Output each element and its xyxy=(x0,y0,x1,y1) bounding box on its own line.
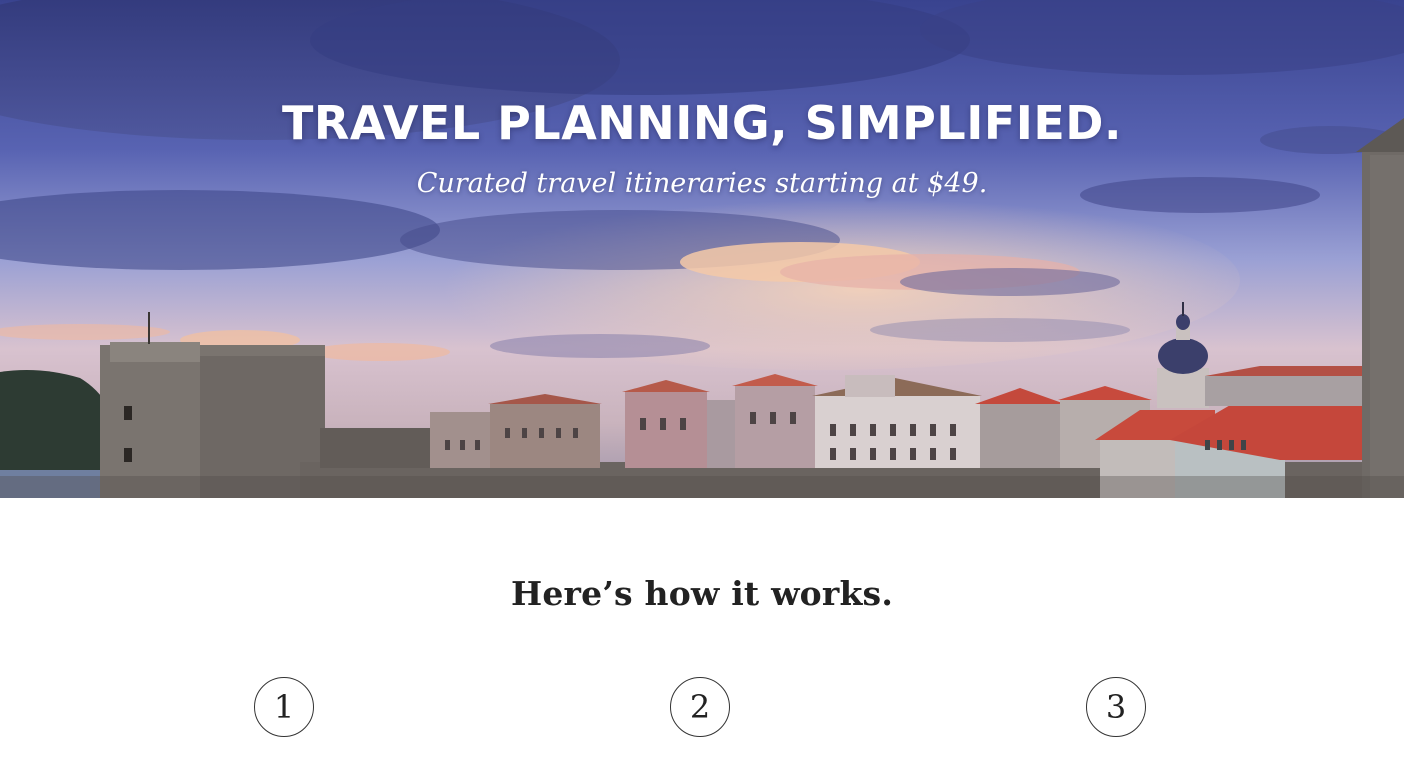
landing-page: TRAVEL PLANNING, SIMPLIFIED. Curated tra… xyxy=(0,0,1404,773)
hero-cityscape-image xyxy=(0,0,1404,498)
hero-banner: TRAVEL PLANNING, SIMPLIFIED. Curated tra… xyxy=(0,0,1404,498)
step-number: 2 xyxy=(689,688,711,726)
hero-subtitle: Curated travel itineraries starting at $… xyxy=(416,168,988,199)
step-number: 1 xyxy=(273,688,295,726)
step-number: 3 xyxy=(1105,688,1127,726)
step-1-badge: 1 xyxy=(254,677,314,737)
how-it-works-heading: Here’s how it works. xyxy=(510,574,894,613)
step-3-badge: 3 xyxy=(1086,677,1146,737)
step-2-badge: 2 xyxy=(670,677,730,737)
hero-title: TRAVEL PLANNING, SIMPLIFIED. xyxy=(282,96,1122,150)
